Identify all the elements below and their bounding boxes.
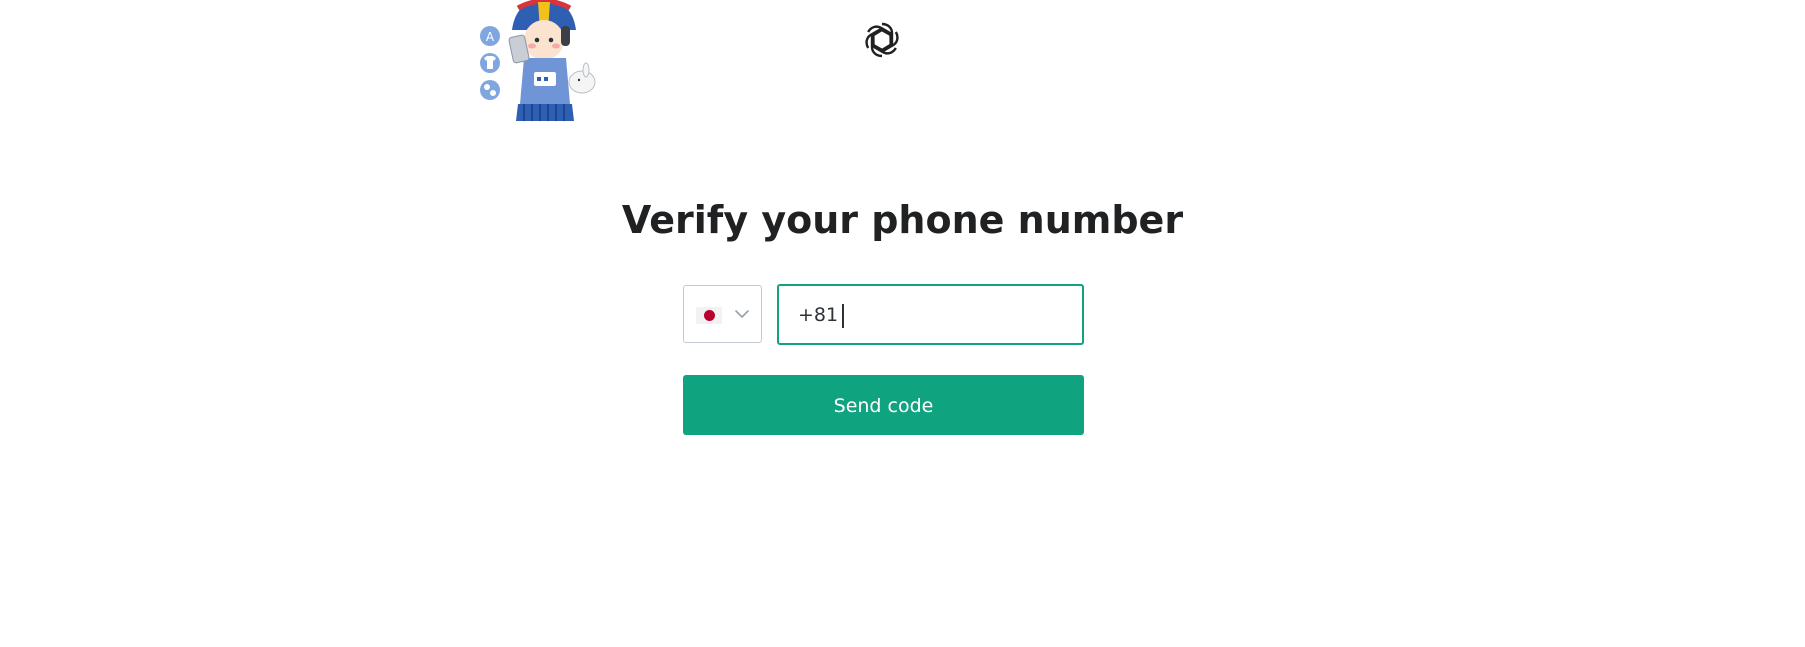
page-title: Verify your phone number	[621, 198, 1184, 242]
phone-number-value: +81	[798, 304, 839, 326]
send-code-button[interactable]: Send code	[683, 375, 1084, 435]
text-caret	[842, 304, 844, 328]
flag-circle	[704, 310, 715, 321]
chevron-down-icon	[735, 310, 749, 318]
svg-text:A: A	[486, 30, 495, 44]
japan-flag-icon	[696, 307, 722, 324]
country-select[interactable]	[683, 285, 762, 343]
verify-phone-page: A Verify your phone number +81 Send code	[0, 0, 1805, 647]
mascot-sticker-icon: A	[480, 0, 596, 121]
openai-logo-icon	[865, 22, 899, 58]
phone-number-input[interactable]: +81	[777, 284, 1084, 345]
